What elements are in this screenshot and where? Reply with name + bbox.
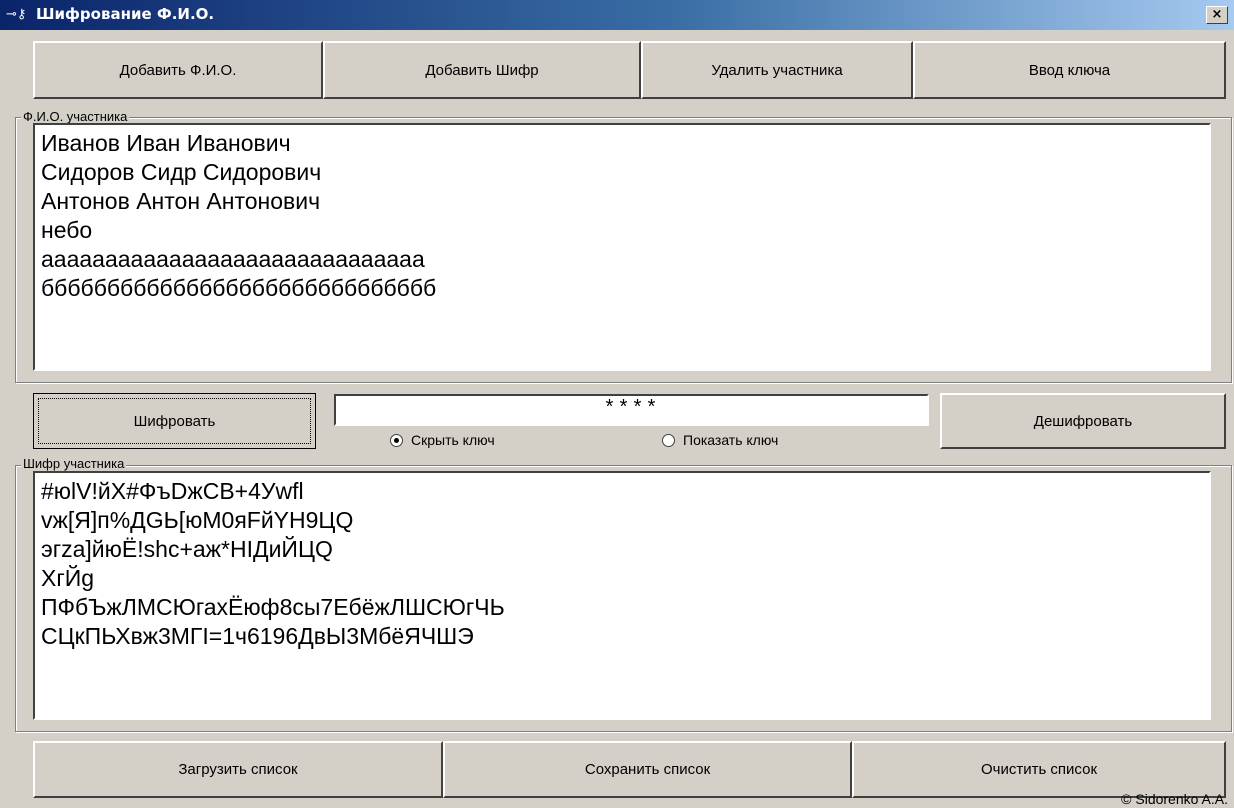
show-key-label: Показать ключ (683, 432, 779, 448)
cipher-line: ХгЙg (41, 565, 95, 591)
names-line: Иванов Иван Иванович (41, 130, 291, 156)
add-name-button[interactable]: Добавить Ф.И.О. (33, 41, 323, 99)
hide-key-radio[interactable]: Скрыть ключ (390, 432, 495, 448)
app-window: ⊸⚷ Шифрование Ф.И.О. × Добавить Ф.И.О. Д… (0, 0, 1234, 808)
names-line: бббббббббббббббббббббббббббббб (41, 275, 437, 301)
names-group-label: Ф.И.О. участника (21, 109, 130, 124)
names-line: Сидоров Сидр Сидорович (41, 159, 322, 185)
cipher-line: #юlV!йX#ФъDжCB+4Уwfl (41, 478, 304, 504)
names-line: аааааааааааааааааааааааааааааа (41, 246, 425, 272)
window-title: Шифрование Ф.И.О. (36, 5, 215, 23)
radio-unchecked-icon (662, 433, 675, 447)
show-key-radio[interactable]: Показать ключ (662, 432, 778, 448)
copyright-text: © Sidorenko A.A. (1121, 791, 1228, 807)
cipher-memo[interactable]: #юlV!йX#ФъDжCB+4Уwfl vж[Я]п%ДGЬ[юM0яFйYH… (33, 471, 1211, 720)
names-line: небо (41, 217, 93, 243)
hide-key-label: Скрыть ключ (411, 432, 495, 448)
names-memo[interactable]: Иванов Иван Иванович Сидоров Сидр Сидоро… (33, 123, 1211, 371)
key-icon: ⊸⚷ (6, 7, 27, 22)
save-list-button[interactable]: Сохранить список (443, 741, 852, 798)
clear-list-button[interactable]: Очистить список (852, 741, 1226, 798)
delete-participant-button[interactable]: Удалить участника (641, 41, 913, 99)
radio-checked-icon (390, 433, 403, 447)
focus-rectangle (38, 398, 311, 444)
cipher-line: СЦкПЬХвж3МГI=1ч6196ДвЫ3МбёЯЧШЭ (41, 623, 474, 649)
cipher-line: vж[Я]п%ДGЬ[юM0яFйYH9ЦQ (41, 507, 354, 533)
decrypt-button[interactable]: Дешифровать (940, 393, 1226, 449)
names-line: Антонов Антон Антонович (41, 188, 321, 214)
cipher-group-label: Шифр участника (21, 456, 127, 471)
close-button[interactable]: × (1206, 6, 1228, 24)
encrypt-button[interactable]: Шифровать (33, 393, 316, 449)
title-bar[interactable]: ⊸⚷ Шифрование Ф.И.О. × (0, 0, 1234, 30)
add-cipher-button[interactable]: Добавить Шифр (323, 41, 641, 99)
key-input[interactable]: **** (334, 394, 929, 426)
cipher-line: ПФбЪжЛМСЮгахЁюф8сы7ЕбёжЛШСЮгЧЬ (41, 594, 505, 620)
enter-key-button[interactable]: Ввод ключа (913, 41, 1226, 99)
cipher-line: эгza]йюЁ!shc+аж*НIДиЙЦQ (41, 536, 333, 562)
load-list-button[interactable]: Загрузить список (33, 741, 443, 798)
